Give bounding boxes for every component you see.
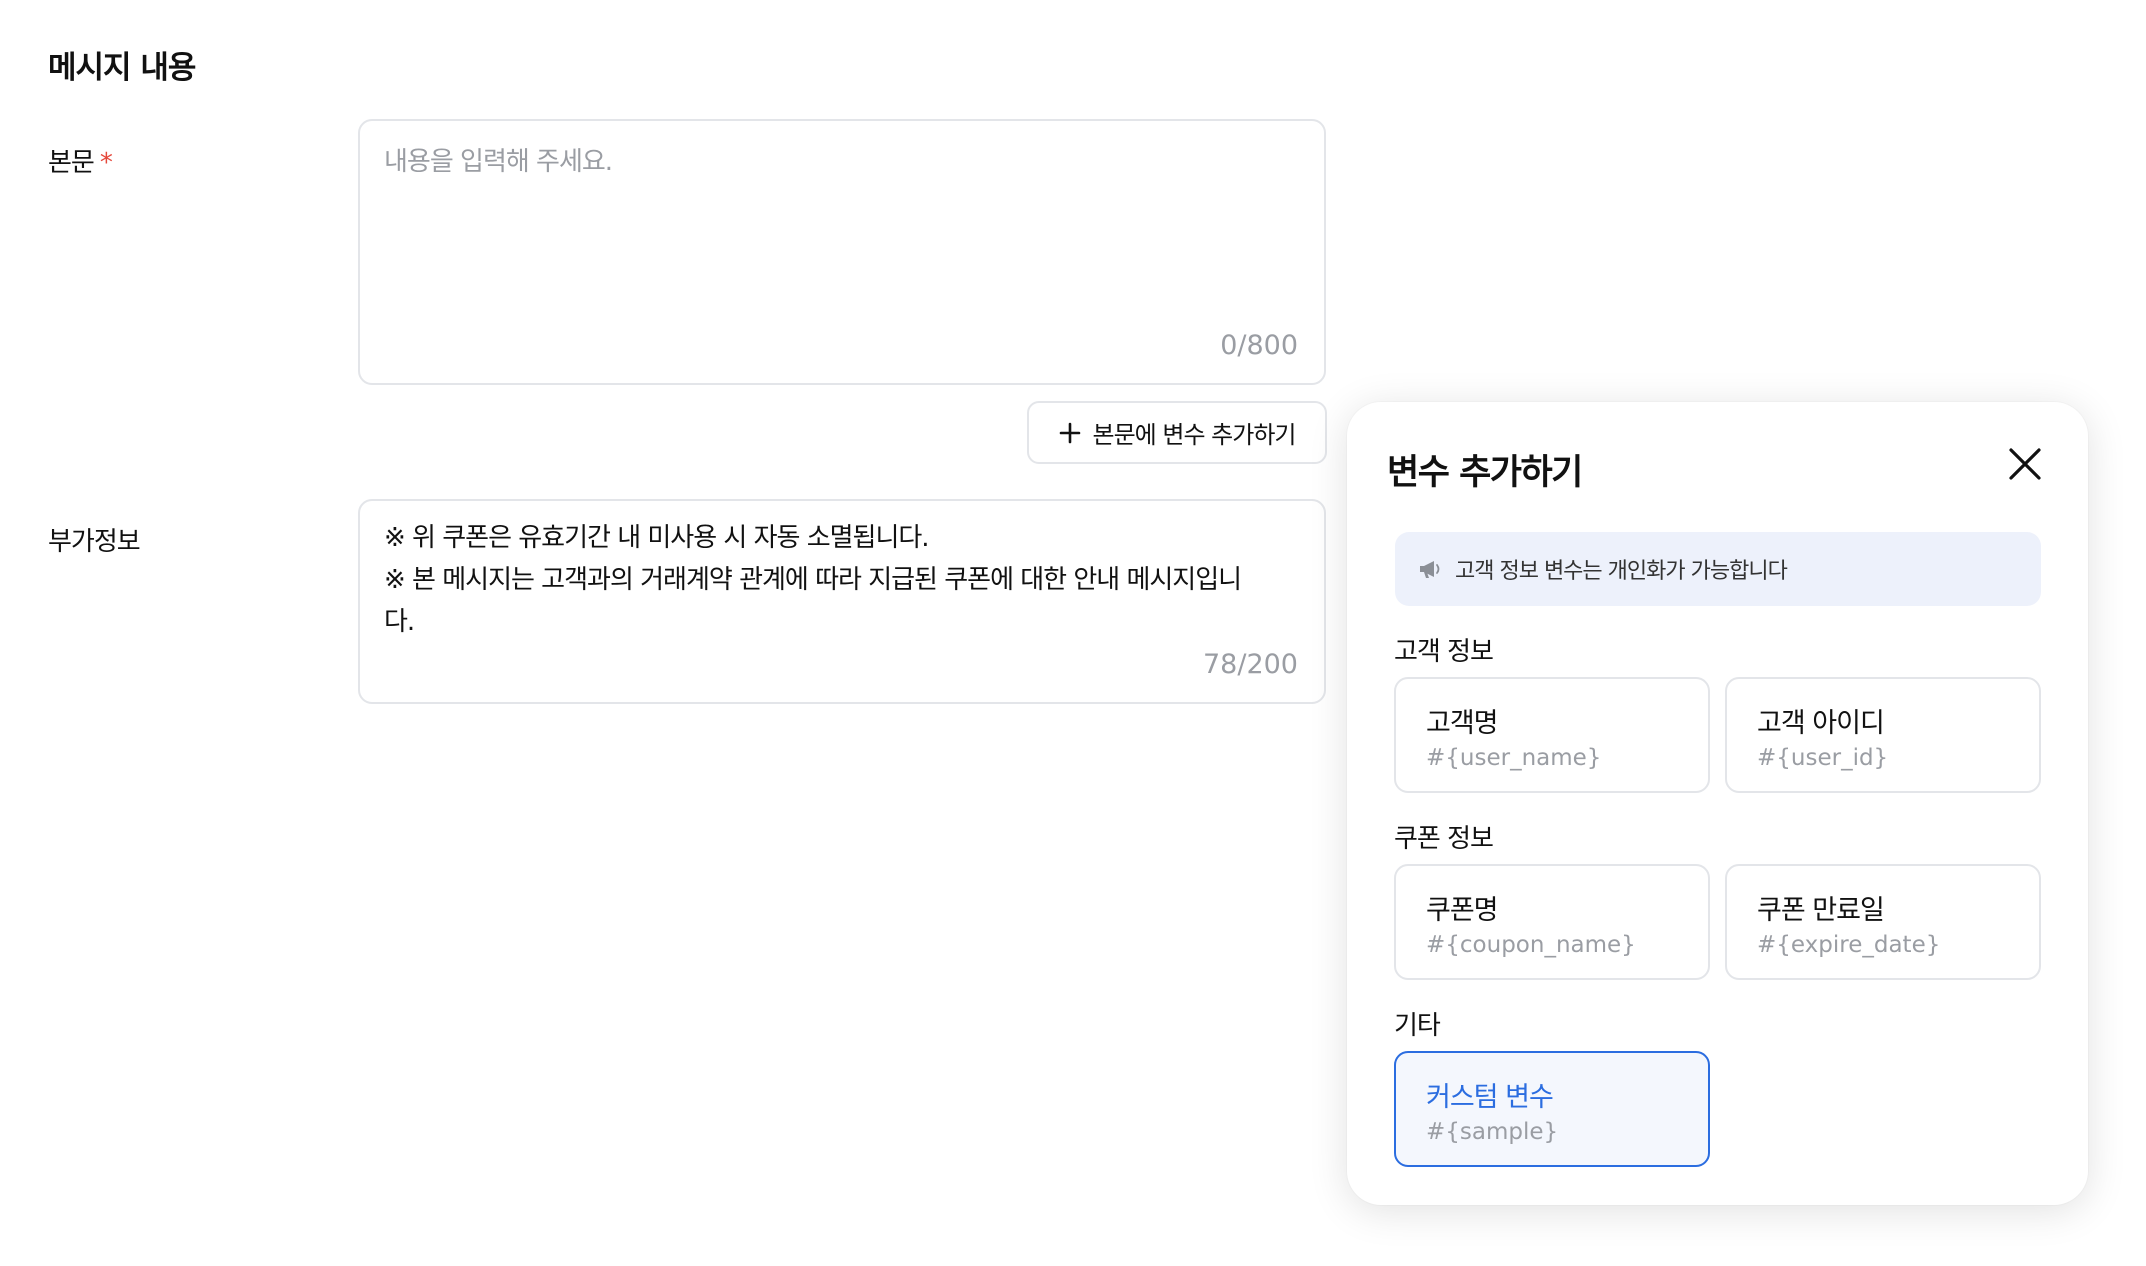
variable-name: 쿠폰명: [1426, 895, 1499, 926]
extra-line: ※ 위 쿠폰은 유효기간 내 미사용 시 자동 소멸됩니다.: [384, 523, 930, 553]
megaphone-icon: [1420, 561, 1440, 578]
variable-name: 커스텀 변수: [1426, 1082, 1554, 1113]
notice-text: 고객 정보 변수는 개인화가 가능합니다: [1455, 559, 1788, 584]
variable-code: #{sample}: [1426, 1119, 1559, 1145]
extra-line: ※ 본 메시지는 고객과의 거래계약 관계에 따라 지급된 쿠폰에 대한 안내 …: [384, 565, 1242, 595]
plus-icon: [1059, 422, 1080, 443]
variable-name: 고객 아이디: [1757, 708, 1885, 739]
body-textarea[interactable]: 내용을 입력해 주세요. 0/800: [358, 119, 1326, 385]
close-icon[interactable]: [2003, 442, 2047, 486]
extra-field-label: 부가정보: [48, 527, 141, 557]
body-field-label: 본문 *: [48, 142, 113, 179]
variable-name: 고객명: [1426, 708, 1499, 739]
variable-card-custom[interactable]: 커스텀 변수 #{sample}: [1394, 1051, 1710, 1167]
variable-code: #{user_id}: [1757, 745, 1889, 771]
variable-code: #{user_name}: [1426, 745, 1602, 771]
notice-banner: 고객 정보 변수는 개인화가 가능합니다: [1395, 532, 2041, 606]
panel-title: 변수 추가하기: [1387, 453, 1583, 493]
group-title-etc: 기타: [1394, 1011, 1441, 1041]
group-title-customer: 고객 정보: [1394, 637, 1494, 667]
extra-textarea[interactable]: ※ 위 쿠폰은 유효기간 내 미사용 시 자동 소멸됩니다. ※ 본 메시지는 …: [358, 499, 1326, 704]
body-placeholder: 내용을 입력해 주세요.: [384, 147, 613, 177]
extra-content: ※ 위 쿠폰은 유효기간 내 미사용 시 자동 소멸됩니다. ※ 본 메시지는 …: [384, 517, 1284, 643]
variable-code: #{expire_date}: [1757, 932, 1941, 958]
variable-name: 쿠폰 만료일: [1757, 895, 1885, 926]
group-title-coupon: 쿠폰 정보: [1394, 824, 1494, 854]
extra-char-counter: 78/200: [1203, 649, 1298, 680]
required-mark: *: [99, 148, 113, 178]
variable-card-coupon-name[interactable]: 쿠폰명 #{coupon_name}: [1394, 864, 1710, 980]
body-label-text: 본문: [48, 148, 95, 178]
variable-code: #{coupon_name}: [1426, 932, 1636, 958]
body-char-counter: 0/800: [1220, 330, 1298, 361]
variable-card-expire-date[interactable]: 쿠폰 만료일 #{expire_date}: [1725, 864, 2041, 980]
extra-line: 다.: [384, 607, 415, 637]
section-title: 메시지 내용: [48, 50, 196, 86]
variable-card-user-name[interactable]: 고객명 #{user_name}: [1394, 677, 1710, 793]
variable-card-user-id[interactable]: 고객 아이디 #{user_id}: [1725, 677, 2041, 793]
add-variable-panel: 변수 추가하기 고객 정보 변수는 개인화가 가능합니다 고객 정보 고객명 #…: [1347, 402, 2088, 1205]
add-variable-button[interactable]: 본문에 변수 추가하기: [1027, 401, 1327, 464]
add-variable-label: 본문에 변수 추가하기: [1092, 421, 1297, 449]
